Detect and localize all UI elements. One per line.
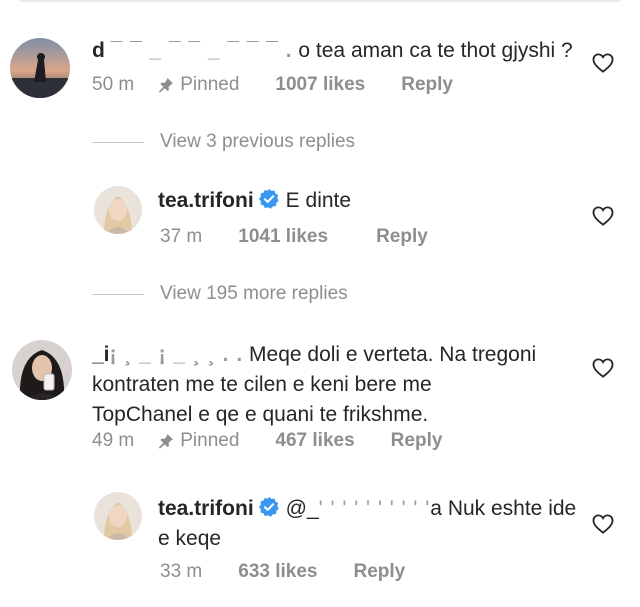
pin-icon bbox=[159, 434, 174, 449]
reply-1-likes[interactable]: 1041 likes bbox=[238, 226, 328, 248]
comment-2-pinned: Pinned bbox=[158, 430, 239, 452]
reply-2-time: 33 m bbox=[160, 561, 203, 582]
avatar-tea-trifoni-1[interactable] bbox=[94, 186, 142, 234]
view-previous-divider bbox=[92, 141, 144, 143]
top-divider bbox=[20, 0, 620, 2]
comment-1-time: 50 m bbox=[92, 74, 135, 95]
reply-2-mention[interactable]: @_' ' ' ' ' ' ' ' ' 'a bbox=[286, 497, 442, 520]
heart-icon[interactable] bbox=[592, 358, 614, 378]
comment-1-pinned: Pinned bbox=[158, 74, 239, 96]
reply-2-likes[interactable]: 633 likes bbox=[238, 561, 317, 583]
view-more-divider bbox=[92, 293, 144, 295]
heart-icon[interactable] bbox=[592, 514, 614, 534]
reply-1-body: tea.trifoni E dinte bbox=[158, 186, 351, 216]
comment-1-username[interactable]: d ¯ ¯ _ ¯ ¯ _ ¯ ¯ ¯ . bbox=[92, 39, 293, 62]
heart-icon[interactable] bbox=[592, 53, 614, 73]
comment-2-username[interactable]: _i¡ ¸ _ ¡ _ ¸ ¸ . . bbox=[92, 343, 243, 366]
reply-1-username[interactable]: tea.trifoni bbox=[158, 189, 254, 212]
reply-1-meta: 37 m 1041 likes Reply bbox=[160, 226, 428, 248]
comment-2-body: _i¡ ¸ _ ¡ _ ¸ ¸ . . Meqe doli e verteta.… bbox=[92, 340, 562, 430]
reply-1-reply-button[interactable]: Reply bbox=[376, 226, 428, 248]
pin-icon bbox=[159, 78, 174, 93]
reply-2-text-line-1: Nuk eshte ide bbox=[447, 497, 577, 520]
avatar-commenter-1[interactable] bbox=[10, 38, 70, 98]
comment-1-meta: 50 m Pinned 1007 likes Reply bbox=[92, 74, 453, 96]
comment-2-meta: 49 m Pinned 467 likes Reply bbox=[92, 430, 442, 452]
verified-badge-icon bbox=[258, 496, 279, 517]
heart-icon[interactable] bbox=[592, 206, 614, 226]
avatar-commenter-2[interactable] bbox=[12, 340, 72, 400]
comment-2-text-line-2: kontraten me te cilen e keni bere me bbox=[92, 373, 432, 396]
view-more-replies-button[interactable]: View 195 more replies bbox=[92, 283, 348, 305]
comment-2-reply-button[interactable]: Reply bbox=[391, 430, 443, 452]
reply-1-time: 37 m bbox=[160, 226, 203, 247]
avatar-tea-trifoni-2[interactable] bbox=[94, 492, 142, 540]
verified-badge-icon bbox=[258, 188, 279, 209]
reply-2-meta: 33 m 633 likes Reply bbox=[160, 561, 405, 583]
comment-1-body: d ¯ ¯ _ ¯ ¯ _ ¯ ¯ ¯ . o tea aman ca te t… bbox=[92, 36, 573, 66]
comment-2-text-line-3: TopChanel e qe e quani te frikshme. bbox=[92, 403, 429, 426]
reply-2-username[interactable]: tea.trifoni bbox=[158, 497, 254, 520]
reply-1-text: E dinte bbox=[285, 189, 352, 212]
view-previous-replies-button[interactable]: View 3 previous replies bbox=[92, 131, 355, 153]
reply-2-text-line-2: e keqe bbox=[158, 527, 222, 550]
comment-1-reply-button[interactable]: Reply bbox=[401, 74, 453, 96]
reply-2-body: tea.trifoni @_' ' ' ' ' ' ' ' ' 'a Nuk es… bbox=[158, 494, 578, 554]
comment-1-text: o tea aman ca te thot gjyshi ? bbox=[298, 39, 573, 62]
reply-2-reply-button[interactable]: Reply bbox=[354, 561, 406, 583]
comment-2-time: 49 m bbox=[92, 430, 135, 451]
comment-2-likes[interactable]: 467 likes bbox=[275, 430, 354, 452]
comment-2-text-line-1: Meqe doli e verteta. Na tregoni bbox=[249, 343, 537, 366]
comment-1-likes[interactable]: 1007 likes bbox=[275, 74, 365, 96]
